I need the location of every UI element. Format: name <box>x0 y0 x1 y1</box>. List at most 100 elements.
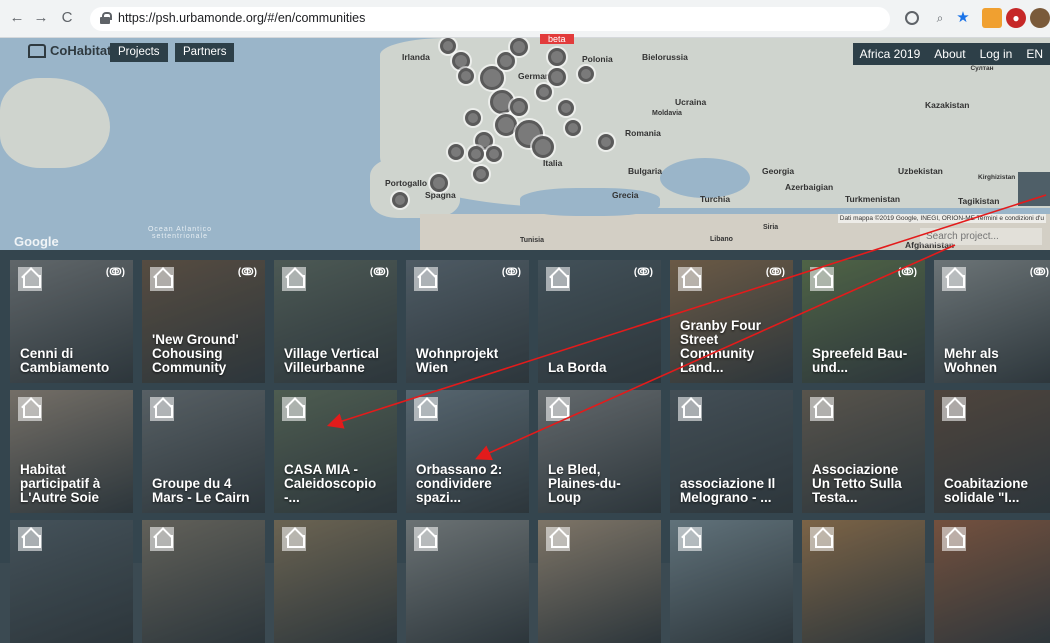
housing-type-icon <box>942 527 966 551</box>
project-title: 'New Ground' Cohousing Community <box>152 332 239 375</box>
map-marker[interactable] <box>497 52 515 70</box>
nav-africa-2019[interactable]: Africa 2019 <box>853 43 928 65</box>
map-marker[interactable] <box>558 100 574 116</box>
project-title: Cenni di Cambiamento <box>20 346 110 375</box>
browser-toolbar: ← → C https://psh.urbamonde.org/#/en/com… <box>0 0 1050 38</box>
community-badge-icon: (ↂ) <box>237 267 257 278</box>
map-marker[interactable] <box>465 110 481 126</box>
map-marker[interactable] <box>548 68 566 86</box>
project-card[interactable]: CASA MIA - Caleidoscopio -... <box>274 390 397 513</box>
map-marker[interactable] <box>495 114 517 136</box>
map-marker[interactable] <box>468 146 484 162</box>
map[interactable]: Irlanda Polonia Bielorussia Germania Ucr… <box>0 38 1050 250</box>
map-marker[interactable] <box>536 84 552 100</box>
project-card[interactable] <box>802 520 925 643</box>
nav-login[interactable]: Log in <box>973 43 1020 65</box>
map-attribution[interactable]: Dati mappa ©2019 Google, INEGI, ORION-ME… <box>837 214 1046 223</box>
map-label: Kazakistan <box>925 100 970 110</box>
project-card[interactable] <box>142 520 265 643</box>
project-card[interactable]: Orbassano 2: condividere spazi... <box>406 390 529 513</box>
nav-partners[interactable]: Partners <box>175 43 235 62</box>
bookmark-star-icon[interactable]: ★ <box>953 8 973 28</box>
project-card[interactable] <box>10 520 133 643</box>
project-card[interactable] <box>538 520 661 643</box>
project-card[interactable]: (ↂ) Spreefeld Bau- und... <box>802 260 925 383</box>
map-marker[interactable] <box>578 66 594 82</box>
map-label: Libano <box>710 236 733 243</box>
side-panel-toggle[interactable] <box>1018 172 1050 206</box>
project-card[interactable] <box>670 520 793 643</box>
map-marker[interactable] <box>473 166 489 182</box>
map-marker[interactable] <box>448 144 464 160</box>
map-marker[interactable] <box>440 38 456 54</box>
project-card[interactable] <box>406 520 529 643</box>
project-card[interactable]: Associazione Un Tetto Sulla Testa... <box>802 390 925 513</box>
housing-type-icon <box>414 267 438 291</box>
sea-shape <box>520 188 660 216</box>
map-marker[interactable] <box>548 48 566 66</box>
forward-button[interactable]: → <box>32 9 50 27</box>
housing-type-icon <box>678 397 702 421</box>
google-logo: Google <box>14 234 59 249</box>
project-card[interactable] <box>274 520 397 643</box>
project-card[interactable] <box>934 520 1050 643</box>
search-project-input[interactable] <box>920 228 1042 245</box>
map-marker[interactable] <box>510 98 528 116</box>
cohabitat-logo[interactable]: CoHabitat <box>28 43 111 58</box>
map-marker[interactable] <box>458 68 474 84</box>
map-marker[interactable] <box>565 120 581 136</box>
project-card[interactable]: (ↂ) La Borda <box>538 260 661 383</box>
back-button[interactable]: ← <box>8 9 26 27</box>
project-card[interactable]: associazione Il Melograno - ... <box>670 390 793 513</box>
project-card[interactable]: Le Bled, Plaines-du-Loup <box>538 390 661 513</box>
ublock-extension-icon[interactable]: ● <box>1006 8 1026 28</box>
language-select[interactable]: EN <box>1019 43 1050 65</box>
map-marker[interactable] <box>480 66 504 90</box>
project-grid: (ↂ) Cenni di Cambiamento (ↂ) 'New Ground' C… <box>0 250 1050 643</box>
project-card[interactable]: Coabitazione solidale "I... <box>934 390 1050 513</box>
community-badge-icon: (ↂ) <box>765 267 785 278</box>
address-bar[interactable]: https://psh.urbamonde.org/#/en/communiti… <box>90 7 890 31</box>
beta-badge: beta <box>540 34 574 44</box>
project-card[interactable]: (ↂ) Cenni di Cambiamento <box>10 260 133 383</box>
housing-type-icon <box>18 397 42 421</box>
project-card[interactable]: (ↂ) 'New Ground' Cohousing Community <box>142 260 265 383</box>
housing-type-icon <box>942 267 966 291</box>
project-title: Spreefeld Bau- und... <box>812 346 908 375</box>
nav-about[interactable]: About <box>927 43 972 65</box>
map-label: Georgia <box>762 166 795 176</box>
housing-type-icon <box>414 397 438 421</box>
project-title: CASA MIA - Caleidoscopio -... <box>284 462 377 505</box>
map-label: Bielorussia <box>642 52 688 62</box>
community-badge-icon: (ↂ) <box>501 267 521 278</box>
map-marker[interactable] <box>532 136 554 158</box>
project-title: Granby Four Street Community Land... <box>680 318 762 375</box>
project-card[interactable]: (ↂ) Granby Four Street Community Land... <box>670 260 793 383</box>
map-label: Uzbekistan <box>898 166 943 176</box>
map-marker[interactable] <box>486 146 502 162</box>
project-card[interactable]: (ↂ) Mehr als Wohnen <box>934 260 1050 383</box>
logo-text: CoHabitat <box>50 43 112 58</box>
project-card[interactable]: Habitat participatif à L'Autre Soie <box>10 390 133 513</box>
housing-type-icon <box>942 397 966 421</box>
community-badge-icon: (ↂ) <box>105 267 125 278</box>
location-icon[interactable] <box>905 11 919 25</box>
community-badge-icon: (ↂ) <box>633 267 653 278</box>
project-title: La Borda <box>548 360 607 375</box>
reload-button[interactable]: C <box>58 9 76 27</box>
housing-type-icon <box>282 267 306 291</box>
map-marker[interactable] <box>510 38 528 56</box>
project-card[interactable]: (ↂ) Village Vertical Villeurbanne <box>274 260 397 383</box>
map-marker[interactable] <box>392 192 408 208</box>
community-badge-icon: (ↂ) <box>369 267 389 278</box>
zoom-icon[interactable]: ⌕ <box>930 8 950 28</box>
rss-extension-icon[interactable] <box>982 8 1002 28</box>
nav-projects[interactable]: Projects <box>110 43 168 62</box>
map-marker[interactable] <box>598 134 614 150</box>
map-marker[interactable] <box>430 174 448 192</box>
profile-avatar[interactable] <box>1030 8 1050 28</box>
project-card[interactable]: Groupe du 4 Mars - Le Cairn <box>142 390 265 513</box>
map-label: Tagikistan <box>958 196 1000 206</box>
house-logo-icon <box>28 43 46 58</box>
project-card[interactable]: (ↂ) Wohnprojekt Wien <box>406 260 529 383</box>
